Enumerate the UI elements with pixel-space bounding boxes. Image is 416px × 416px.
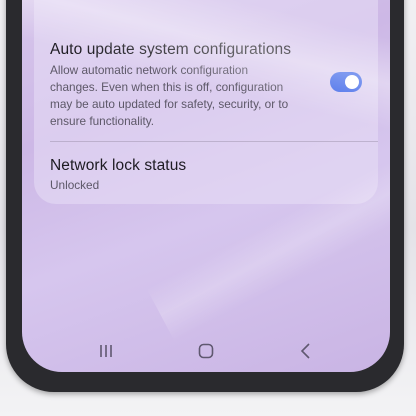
photo-scene: Auto update system configurations Allow …	[0, 0, 416, 416]
divider	[50, 141, 378, 142]
home-icon[interactable]	[186, 336, 226, 366]
recents-icon[interactable]	[86, 336, 126, 366]
auto-update-title[interactable]: Auto update system configurations	[50, 41, 291, 59]
phone-screen: Auto update system configurations Allow …	[22, 0, 390, 372]
back-icon[interactable]	[286, 336, 326, 366]
navigation-bar	[22, 336, 390, 366]
auto-update-description: Allow automatic network configuration ch…	[50, 63, 289, 128]
network-lock-value: Unlocked	[50, 178, 100, 192]
auto-update-toggle[interactable]	[330, 72, 362, 92]
network-lock-title[interactable]: Network lock status	[50, 157, 186, 175]
settings-card: Auto update system configurations Allow …	[34, 0, 378, 204]
toggle-knob	[345, 75, 359, 89]
